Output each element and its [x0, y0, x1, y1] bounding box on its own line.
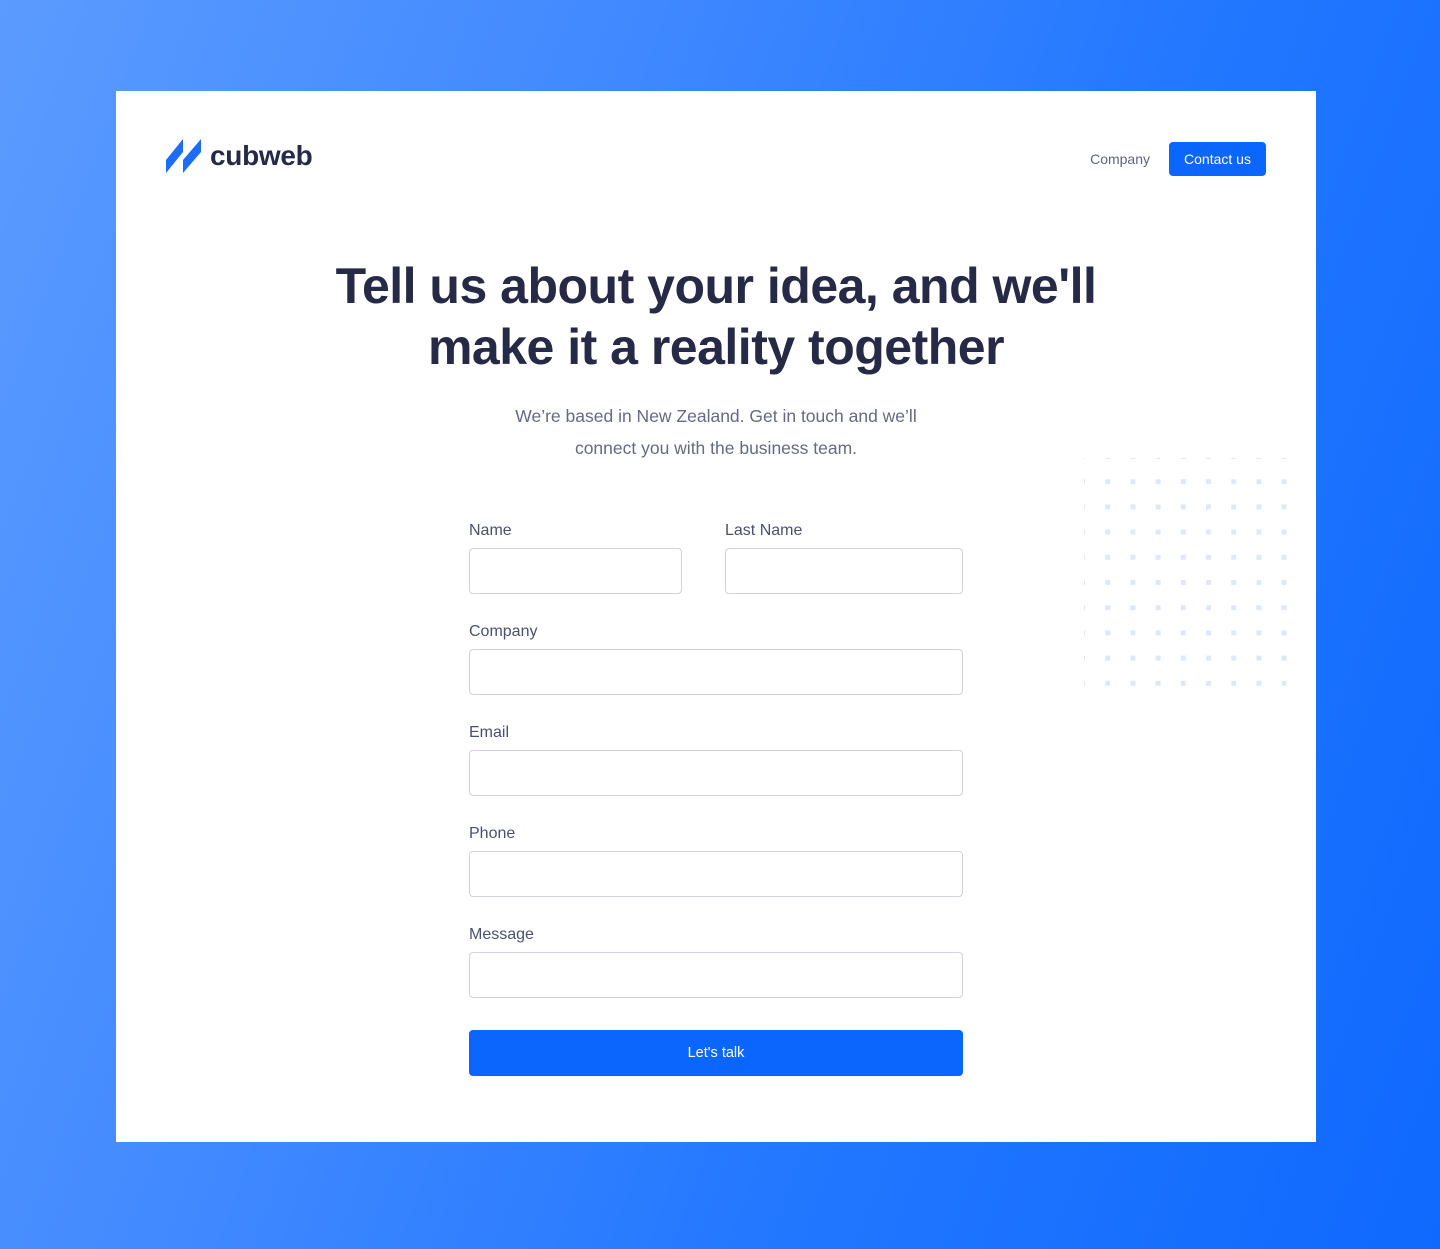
name-label: Name [469, 522, 512, 539]
page-subtitle: We’re based in New Zealand. Get in touch… [466, 400, 966, 464]
contact-form: Name Last Name Company Email Phone Messa… [469, 521, 963, 1076]
company-label: Company [469, 623, 538, 640]
page-headline: Tell us about your idea, and we'll make … [116, 256, 1316, 378]
email-field-group: Email [469, 723, 963, 796]
subtitle-line-1: We’re based in New Zealand. Get in touch… [515, 406, 917, 426]
last-name-input[interactable] [725, 548, 963, 594]
last-name-label: Last Name [725, 522, 803, 539]
company-input[interactable] [469, 649, 963, 695]
last-name-field-group: Last Name [725, 521, 963, 594]
email-label: Email [469, 724, 510, 741]
email-input[interactable] [469, 750, 963, 796]
name-field-group: Name [469, 521, 682, 594]
company-field-group: Company [469, 622, 963, 695]
top-nav: Company Contact us [1090, 142, 1266, 176]
dot-grid-pattern-icon [1084, 458, 1296, 690]
brand-name: cubweb [210, 140, 313, 171]
lets-talk-button[interactable]: Let's talk [469, 1030, 963, 1076]
nav-link-company[interactable]: Company [1090, 151, 1150, 167]
message-field-group: Message [469, 925, 963, 998]
main-card: cubweb Company Contact us Tell us about … [116, 91, 1316, 1142]
message-input[interactable] [469, 952, 963, 998]
name-row: Name Last Name [469, 521, 963, 594]
message-label: Message [469, 926, 534, 943]
cubweb-logo-icon [166, 139, 201, 173]
phone-input[interactable] [469, 851, 963, 897]
contact-us-button[interactable]: Contact us [1169, 142, 1266, 176]
name-input[interactable] [469, 548, 682, 594]
headline-line-1: Tell us about your idea, and we'll [335, 258, 1097, 314]
phone-label: Phone [469, 825, 516, 842]
subtitle-line-2: connect you with the business team. [574, 438, 858, 458]
phone-field-group: Phone [469, 824, 963, 897]
headline-line-2: make it a reality together [427, 319, 1005, 375]
brand-logo[interactable]: cubweb [166, 139, 313, 173]
